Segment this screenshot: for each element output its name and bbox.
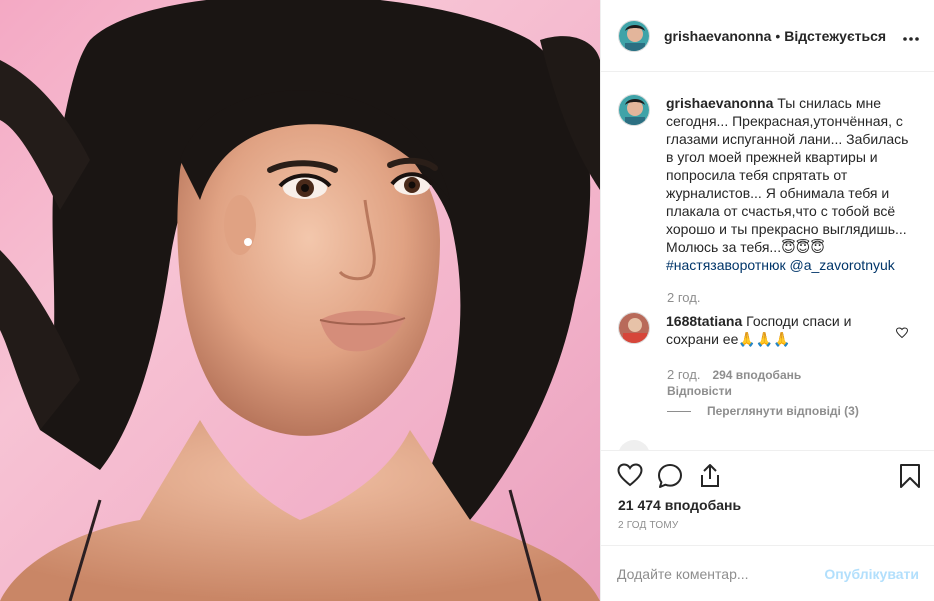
- caption-mention[interactable]: @a_zavorotnyuk: [790, 257, 895, 273]
- author-avatar[interactable]: [618, 19, 650, 52]
- comment-time: 2 год.: [667, 367, 701, 382]
- comment-meta: 2 год. 294 вподобань: [667, 367, 801, 382]
- comment-like-icon[interactable]: [895, 326, 909, 342]
- caption-text: grishaevanonna Ты снилась мне сегодня...…: [666, 94, 916, 274]
- comment-username[interactable]: 1688tatiana: [666, 313, 742, 329]
- comment-likes[interactable]: 294 вподобань: [712, 368, 801, 382]
- post-sidebar: grishaevanonna • Відстежується grishaeva…: [600, 0, 934, 601]
- share-icon[interactable]: [698, 463, 722, 492]
- view-replies-button[interactable]: Переглянути відповіді (3): [667, 404, 859, 418]
- post-image[interactable]: [0, 0, 600, 601]
- caption-hashtag[interactable]: #настязаворотнюк: [666, 257, 786, 273]
- next-comment-avatar[interactable]: [618, 440, 650, 450]
- comments-section[interactable]: grishaevanonna Ты снилась мне сегодня...…: [601, 72, 934, 450]
- caption-body: Ты снилась мне сегодня... Прекрасная,уто…: [666, 95, 909, 255]
- view-replies-label: Переглянути відповіді (3): [707, 404, 859, 418]
- caption-username[interactable]: grishaevanonna: [666, 95, 773, 111]
- replies-divider: [667, 410, 691, 412]
- author-username[interactable]: grishaevanonna: [664, 28, 771, 44]
- publish-button[interactable]: Опублікувати: [824, 566, 919, 582]
- separator-dot: •: [775, 27, 781, 44]
- caption-time: 2 год.: [667, 290, 701, 305]
- comment-input[interactable]: [617, 565, 825, 582]
- reply-button[interactable]: Відповісти: [667, 384, 732, 398]
- follow-status-button[interactable]: Відстежується: [784, 28, 886, 44]
- caption: grishaevanonna Ты снилась мне сегодня...…: [618, 94, 923, 274]
- add-comment-form: Опублікувати: [601, 545, 934, 601]
- action-bar: [601, 450, 934, 500]
- post-timestamp[interactable]: 2 ГОД ТОМУ: [618, 520, 678, 531]
- post-header: grishaevanonna • Відстежується: [601, 0, 934, 72]
- commenter-avatar[interactable]: [618, 312, 650, 344]
- save-bookmark-icon[interactable]: [899, 463, 921, 492]
- like-heart-icon[interactable]: [617, 463, 643, 490]
- comment-item: 1688tatiana Господи спаси и сохрани ее🙏🙏…: [618, 312, 923, 348]
- portrait-illustration: [0, 0, 600, 601]
- caption-avatar[interactable]: [618, 94, 650, 126]
- likes-count[interactable]: 21 474 вподобань: [618, 497, 741, 513]
- comment-bubble-icon[interactable]: [657, 463, 683, 492]
- more-horizontal-icon[interactable]: [903, 28, 919, 44]
- comment-text: 1688tatiana Господи спаси и сохрани ее🙏🙏…: [666, 312, 886, 348]
